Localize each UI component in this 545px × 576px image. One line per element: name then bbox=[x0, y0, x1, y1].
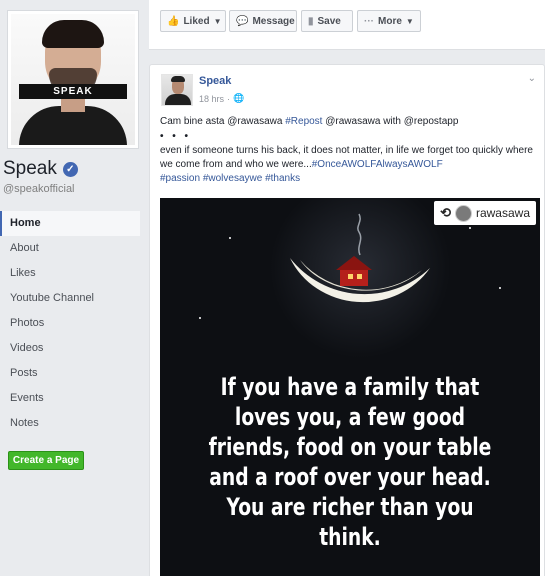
more-label: More bbox=[378, 15, 402, 27]
nav-item-videos[interactable]: Videos bbox=[0, 336, 140, 361]
avatar-body bbox=[165, 94, 191, 105]
save-button[interactable]: ▮ Save bbox=[301, 10, 353, 32]
create-page-button[interactable]: Create a Page bbox=[8, 451, 84, 470]
post-body: even if someone turns his back, it does … bbox=[160, 144, 540, 186]
hashtag-onceawolf[interactable]: #OnceAWOLFAlwaysAWOLF bbox=[312, 159, 443, 170]
repost-username: rawasawa bbox=[475, 206, 530, 220]
post-image[interactable]: ⟲ rawasawa If you have a family that lov… bbox=[160, 198, 540, 576]
post-dots: • • • bbox=[160, 131, 192, 142]
hashtag-repost[interactable]: #Repost bbox=[285, 116, 322, 127]
nav-item-photos[interactable]: Photos bbox=[0, 311, 140, 336]
repost-icon: ⟲ bbox=[440, 205, 451, 220]
avatar-hair bbox=[171, 76, 185, 82]
post-options-chevron-icon[interactable]: ⌄ bbox=[528, 73, 536, 84]
moon-illustration bbox=[160, 198, 540, 398]
author-avatar[interactable] bbox=[161, 74, 193, 106]
profile-photo: SPEAK bbox=[11, 14, 135, 145]
nav-item-about[interactable]: About bbox=[0, 236, 140, 261]
profile-picture[interactable]: SPEAK bbox=[7, 10, 139, 149]
post-time[interactable]: 18 hrs bbox=[199, 94, 224, 104]
nav-item-likes[interactable]: Likes bbox=[0, 261, 140, 286]
more-button[interactable]: ··· More ▼ bbox=[357, 10, 421, 32]
liked-button[interactable]: 👍 Liked ▼ bbox=[160, 10, 226, 32]
thumbs-up-icon: 👍 bbox=[167, 15, 180, 27]
left-column: SPEAK Speak ✓ @speakofficial Home About … bbox=[0, 0, 148, 576]
repost-badge[interactable]: ⟲ rawasawa bbox=[434, 201, 536, 225]
page-handle[interactable]: @speakofficial bbox=[3, 183, 75, 195]
caret-down-icon: ▼ bbox=[405, 16, 414, 26]
liked-label: Liked bbox=[183, 15, 210, 27]
message-button[interactable]: 💬 Message bbox=[229, 10, 297, 32]
post-line1: Cam bine asta @rawasawa #Repost @rawasaw… bbox=[160, 115, 540, 129]
line1-prefix: Cam bine asta @rawasawa bbox=[160, 116, 286, 127]
post-card: Speak 18 hrs · 🌐 ⌄ Cam bine asta @rawasa… bbox=[149, 64, 545, 576]
message-label: Message bbox=[252, 15, 295, 27]
more-dots-icon: ··· bbox=[364, 15, 374, 27]
page-name[interactable]: Speak bbox=[3, 158, 57, 180]
save-label: Save bbox=[317, 15, 341, 27]
caret-down-icon: ▼ bbox=[213, 16, 222, 26]
image-quote-text: If you have a family that loves you, a f… bbox=[208, 373, 492, 551]
post-author[interactable]: Speak bbox=[199, 75, 231, 87]
hashtag-wolvesaywe[interactable]: #wolvesaywe bbox=[203, 173, 262, 184]
nav-item-notes[interactable]: Notes bbox=[0, 411, 140, 436]
page-nav: Home About Likes Youtube Channel Photos … bbox=[0, 211, 140, 436]
repost-user-avatar bbox=[454, 204, 472, 222]
photo-caption: SPEAK bbox=[19, 84, 127, 99]
verified-badge-icon: ✓ bbox=[62, 161, 78, 177]
nav-item-posts[interactable]: Posts bbox=[0, 361, 140, 386]
meta-separator: · bbox=[227, 93, 231, 104]
line1-suffix: @rawasawa with @repostapp bbox=[322, 116, 459, 127]
hair-shape bbox=[42, 20, 104, 48]
post-text: Cam bine asta @rawasawa #Repost @rawasaw… bbox=[160, 115, 540, 186]
nav-item-events[interactable]: Events bbox=[0, 386, 140, 411]
nav-item-home[interactable]: Home bbox=[0, 211, 140, 236]
hashtag-thanks[interactable]: #thanks bbox=[265, 173, 300, 184]
message-icon: 💬 bbox=[236, 15, 249, 27]
globe-icon: 🌐 bbox=[233, 93, 245, 103]
page-action-bar: 👍 Liked ▼ 💬 Message ▮ Save ··· More ▼ bbox=[149, 0, 545, 50]
hashtag-passion[interactable]: #passion bbox=[160, 173, 200, 184]
page-name-row: Speak ✓ bbox=[3, 158, 78, 180]
nav-item-youtube-channel[interactable]: Youtube Channel bbox=[0, 286, 140, 311]
post-meta: 18 hrs · 🌐 bbox=[199, 93, 244, 104]
bookmark-icon: ▮ bbox=[308, 15, 314, 27]
